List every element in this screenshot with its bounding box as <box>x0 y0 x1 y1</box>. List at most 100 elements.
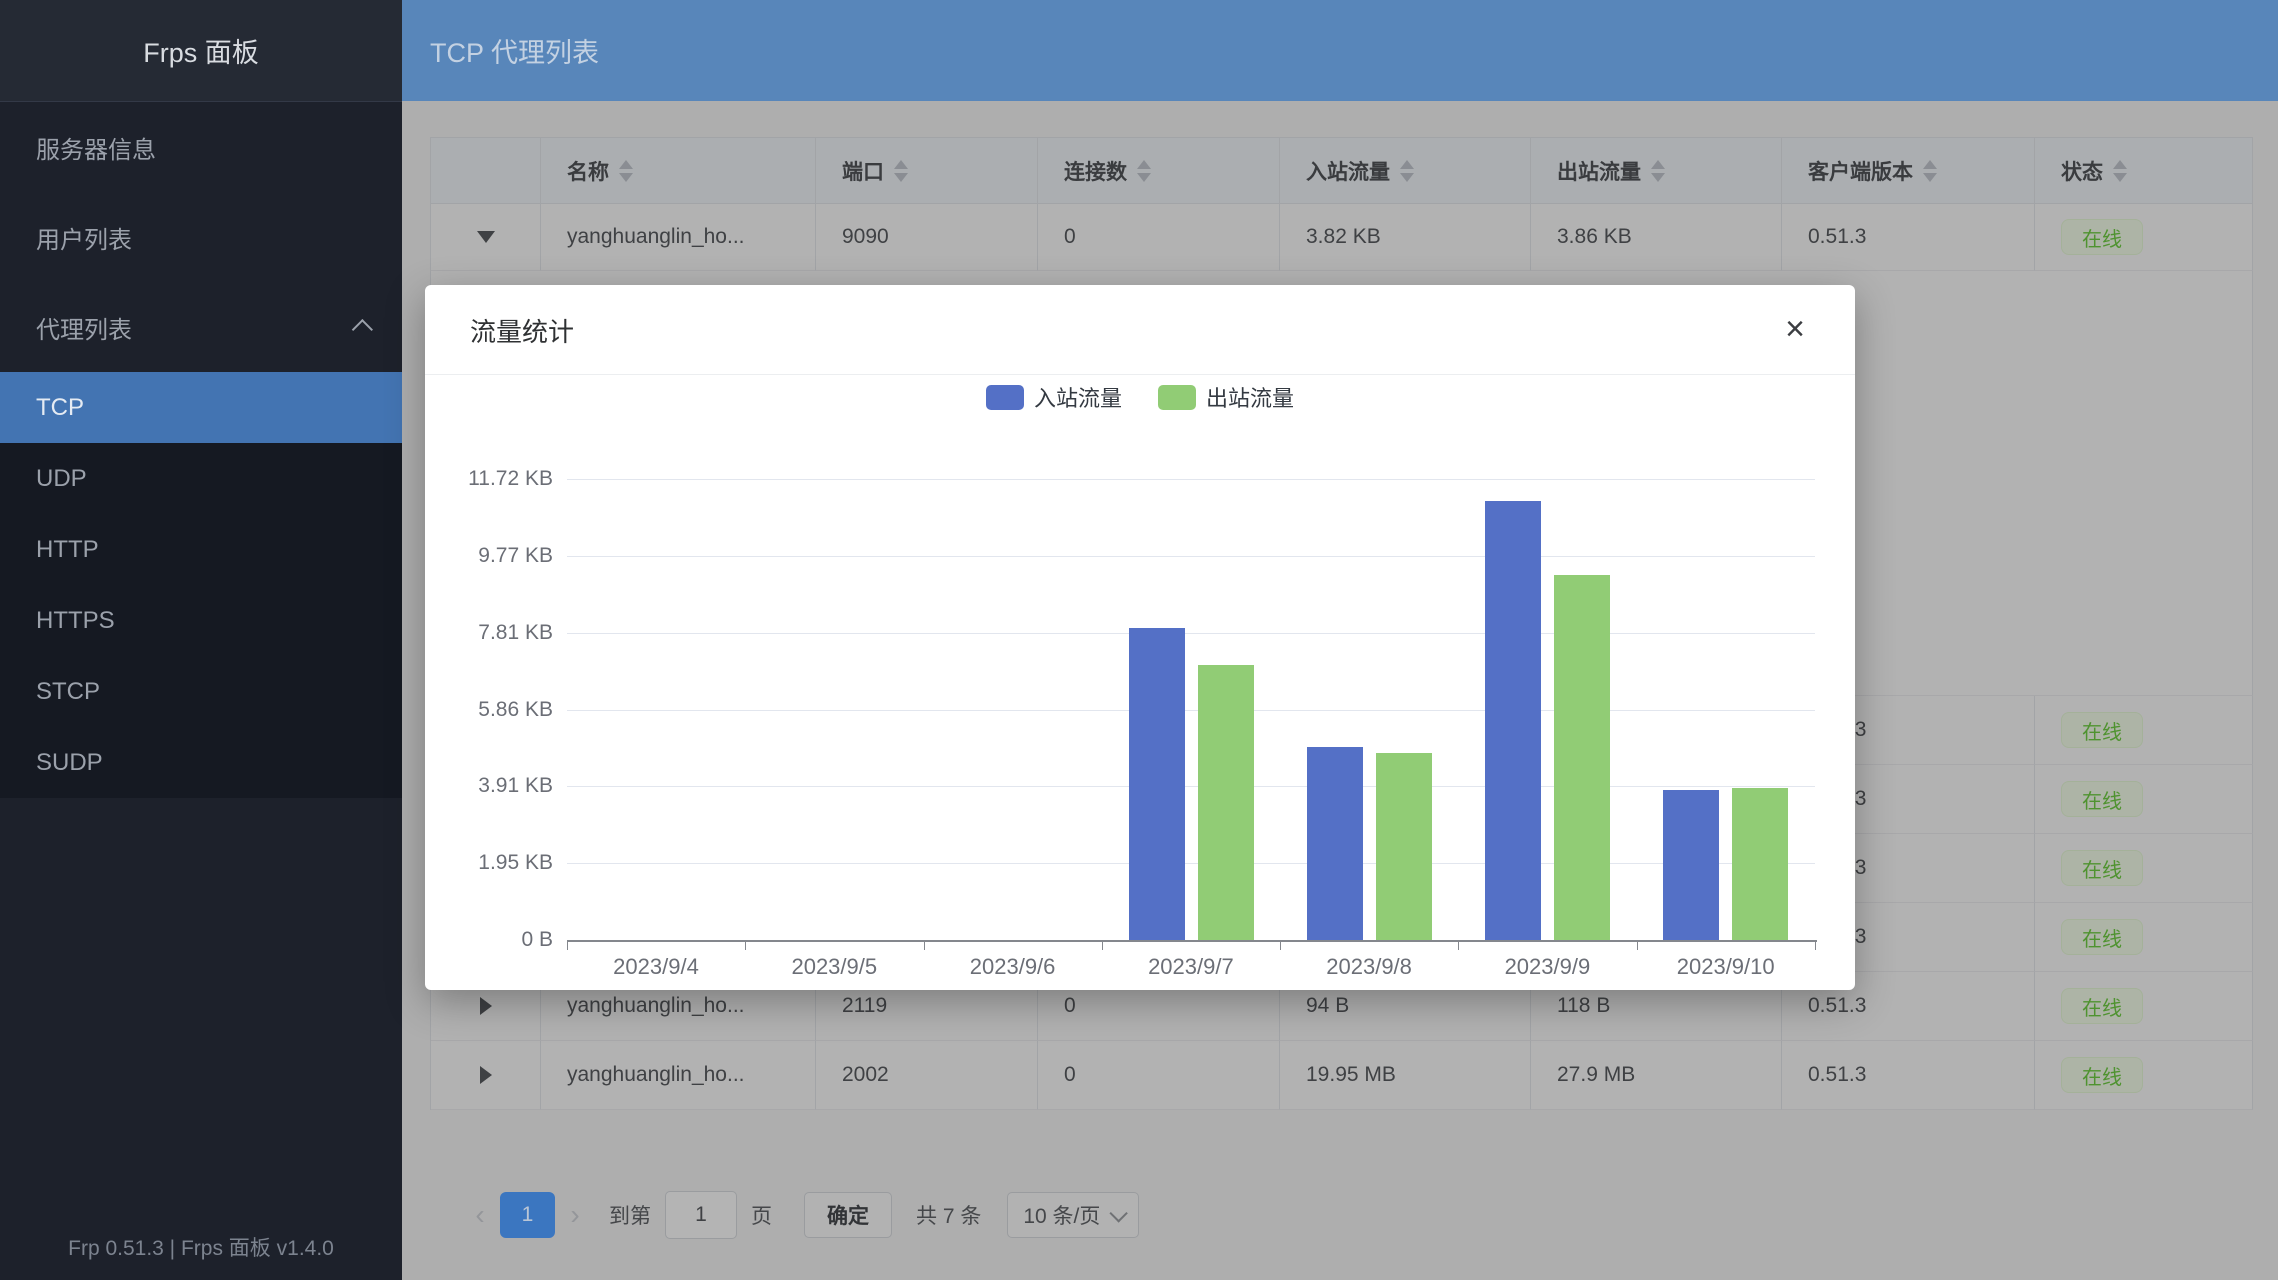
sort-descending-icon <box>1137 173 1151 182</box>
y-axis-tick-label: 1.95 KB <box>443 851 553 875</box>
status-badge: 在线 <box>2061 850 2143 886</box>
legend-item[interactable]: 入站流量 <box>986 381 1122 413</box>
cell-connections: 0 <box>1038 204 1280 271</box>
cell-status: 在线 <box>2035 972 2253 1041</box>
y-axis-tick-label: 11.72 KB <box>443 467 553 491</box>
column-header-label: 名称 <box>567 156 609 186</box>
x-axis-tick-label: 2023/9/7 <box>1102 954 1280 980</box>
row-expand-cell[interactable] <box>431 1041 541 1110</box>
dialog-header: 流量统计 × <box>425 285 1855 375</box>
sort-ascending-icon <box>1137 160 1151 169</box>
page-size-select[interactable]: 10 条/页 <box>1007 1192 1139 1238</box>
legend-item[interactable]: 出站流量 <box>1158 381 1294 413</box>
column-header[interactable]: 客户端版本 <box>1782 138 2035 204</box>
bar-outbound <box>1732 788 1788 940</box>
page-number-button[interactable]: 1 <box>500 1192 555 1238</box>
dialog-title: 流量统计 <box>470 285 574 375</box>
cell-status: 在线 <box>2035 1041 2253 1110</box>
column-header[interactable]: 出站流量 <box>1531 138 1782 204</box>
x-axis-tick <box>1637 942 1638 950</box>
sidebar-subitem-sudp[interactable]: SUDP <box>0 727 402 798</box>
cell-client_version: 0.51.3 <box>1782 204 2035 271</box>
column-header-label: 入站流量 <box>1306 156 1390 186</box>
traffic-stats-dialog: 流量统计 × 入站流量出站流量 0 B1.95 KB3.91 KB5.86 KB… <box>425 285 1855 990</box>
table-row: yanghuanglin_ho...909003.82 KB3.86 KB0.5… <box>431 204 2253 271</box>
sort-icon[interactable] <box>1923 160 1937 182</box>
sidebar-subitem-stcp[interactable]: STCP <box>0 656 402 727</box>
sidebar-item-server-info[interactable]: 服务器信息 <box>0 102 402 192</box>
sort-ascending-icon <box>1923 160 1937 169</box>
y-axis-tick-label: 9.77 KB <box>443 544 553 568</box>
sort-icon[interactable] <box>1400 160 1414 182</box>
cell-status: 在线 <box>2035 903 2253 972</box>
grid-line <box>567 556 1815 557</box>
cell-status: 在线 <box>2035 765 2253 834</box>
sidebar-subitem-https[interactable]: HTTPS <box>0 585 402 656</box>
legend-label: 出站流量 <box>1206 381 1294 413</box>
sort-descending-icon <box>894 173 908 182</box>
grid-line <box>567 786 1815 787</box>
sort-icon[interactable] <box>1137 160 1151 182</box>
y-axis-tick-label: 5.86 KB <box>443 698 553 722</box>
sidebar-item-proxy-list[interactable]: 代理列表 <box>0 282 402 372</box>
x-axis-tick <box>1815 942 1816 950</box>
sort-ascending-icon <box>2113 160 2127 169</box>
x-axis-line <box>567 940 1817 942</box>
status-badge: 在线 <box>2061 781 2143 817</box>
column-header[interactable]: 入站流量 <box>1280 138 1531 204</box>
cell-connections: 0 <box>1038 1041 1280 1110</box>
row-expand-cell[interactable] <box>431 204 541 271</box>
confirm-page-button[interactable]: 确定 <box>804 1192 892 1238</box>
cell-traffic_out: 3.86 KB <box>1531 204 1782 271</box>
column-header[interactable]: 连接数 <box>1038 138 1280 204</box>
sort-icon[interactable] <box>619 160 633 182</box>
x-axis-tick <box>567 942 568 950</box>
cell-traffic_in: 3.82 KB <box>1280 204 1531 271</box>
cell-status: 在线 <box>2035 834 2253 903</box>
legend-swatch <box>986 385 1024 410</box>
column-header[interactable]: 端口 <box>816 138 1038 204</box>
header-expand-cell <box>431 138 541 204</box>
x-axis-tick <box>1102 942 1103 950</box>
expand-row-icon <box>480 997 492 1015</box>
cell-status: 在线 <box>2035 204 2253 271</box>
page-title: TCP 代理列表 <box>430 31 599 70</box>
sort-icon[interactable] <box>894 160 908 182</box>
column-header[interactable]: 名称 <box>541 138 816 204</box>
next-page-button[interactable]: › <box>555 1199 595 1231</box>
sidebar-subitem-tcp[interactable]: TCP <box>0 372 402 443</box>
sidebar-item-user-list[interactable]: 用户列表 <box>0 192 402 282</box>
sidebar: Frps 面板 服务器信息用户列表代理列表TCPUDPHTTPHTTPSSTCP… <box>0 0 402 1280</box>
sidebar-item-label: 代理列表 <box>36 310 132 345</box>
bar-outbound <box>1198 665 1254 940</box>
sort-descending-icon <box>1923 173 1937 182</box>
cell-status: 在线 <box>2035 696 2253 765</box>
close-icon[interactable]: × <box>1773 307 1817 351</box>
prev-page-button[interactable]: ‹ <box>460 1199 500 1231</box>
sidebar-subitem-http[interactable]: HTTP <box>0 514 402 585</box>
sort-descending-icon <box>1651 173 1665 182</box>
chevron-up-icon <box>352 319 373 340</box>
column-header-label: 出站流量 <box>1557 156 1641 186</box>
x-axis-tick-label: 2023/9/10 <box>1637 954 1815 980</box>
sidebar-subitem-udp[interactable]: UDP <box>0 443 402 514</box>
bar-inbound <box>1485 501 1541 940</box>
page-jump-input[interactable] <box>665 1191 737 1239</box>
cell-client_version: 0.51.3 <box>1782 1041 2035 1110</box>
pagination: ‹ 1 › 到第 页 确定 共 7 条 10 条/页 <box>460 1192 1139 1238</box>
table-header-row: 名称 端口连接数入站流量 出站流量 客户端版本状态 <box>431 138 2253 204</box>
total-count-label: 共 7 条 <box>916 1200 981 1230</box>
x-axis-tick <box>745 942 746 950</box>
x-axis-tick <box>924 942 925 950</box>
bar-inbound <box>1663 790 1719 940</box>
x-axis-tick-label: 2023/9/5 <box>745 954 923 980</box>
sort-ascending-icon <box>1651 160 1665 169</box>
status-badge: 在线 <box>2061 1057 2143 1093</box>
status-badge: 在线 <box>2061 919 2143 955</box>
sort-icon[interactable] <box>1651 160 1665 182</box>
x-axis-tick-label: 2023/9/6 <box>924 954 1102 980</box>
sort-icon[interactable] <box>2113 160 2127 182</box>
column-header[interactable]: 状态 <box>2035 138 2253 204</box>
jump-suffix-label: 页 <box>751 1200 772 1230</box>
expand-row-icon <box>480 1066 492 1084</box>
